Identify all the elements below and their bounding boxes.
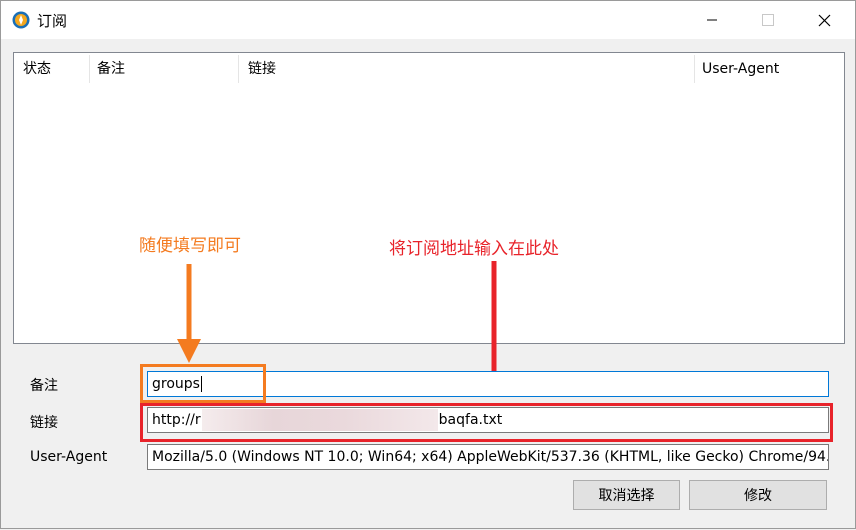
user-agent-label: User-Agent (30, 449, 108, 465)
edit-button[interactable]: 修改 (689, 480, 827, 510)
orange-arrow-icon (177, 264, 201, 363)
cancel-selection-button[interactable]: 取消选择 (573, 480, 680, 510)
remark-highlight-box (140, 364, 266, 403)
link-highlight-box (140, 403, 833, 442)
remark-label: 备注 (30, 378, 58, 394)
user-agent-input[interactable]: Mozilla/5.0 (Windows NT 10.0; Win64; x64… (147, 444, 829, 470)
link-label: 链接 (30, 415, 58, 431)
subscription-window: 订阅 状态 备注 链接 User-Agent 随便填写即可 将订阅地址输入在此处 (0, 0, 856, 529)
